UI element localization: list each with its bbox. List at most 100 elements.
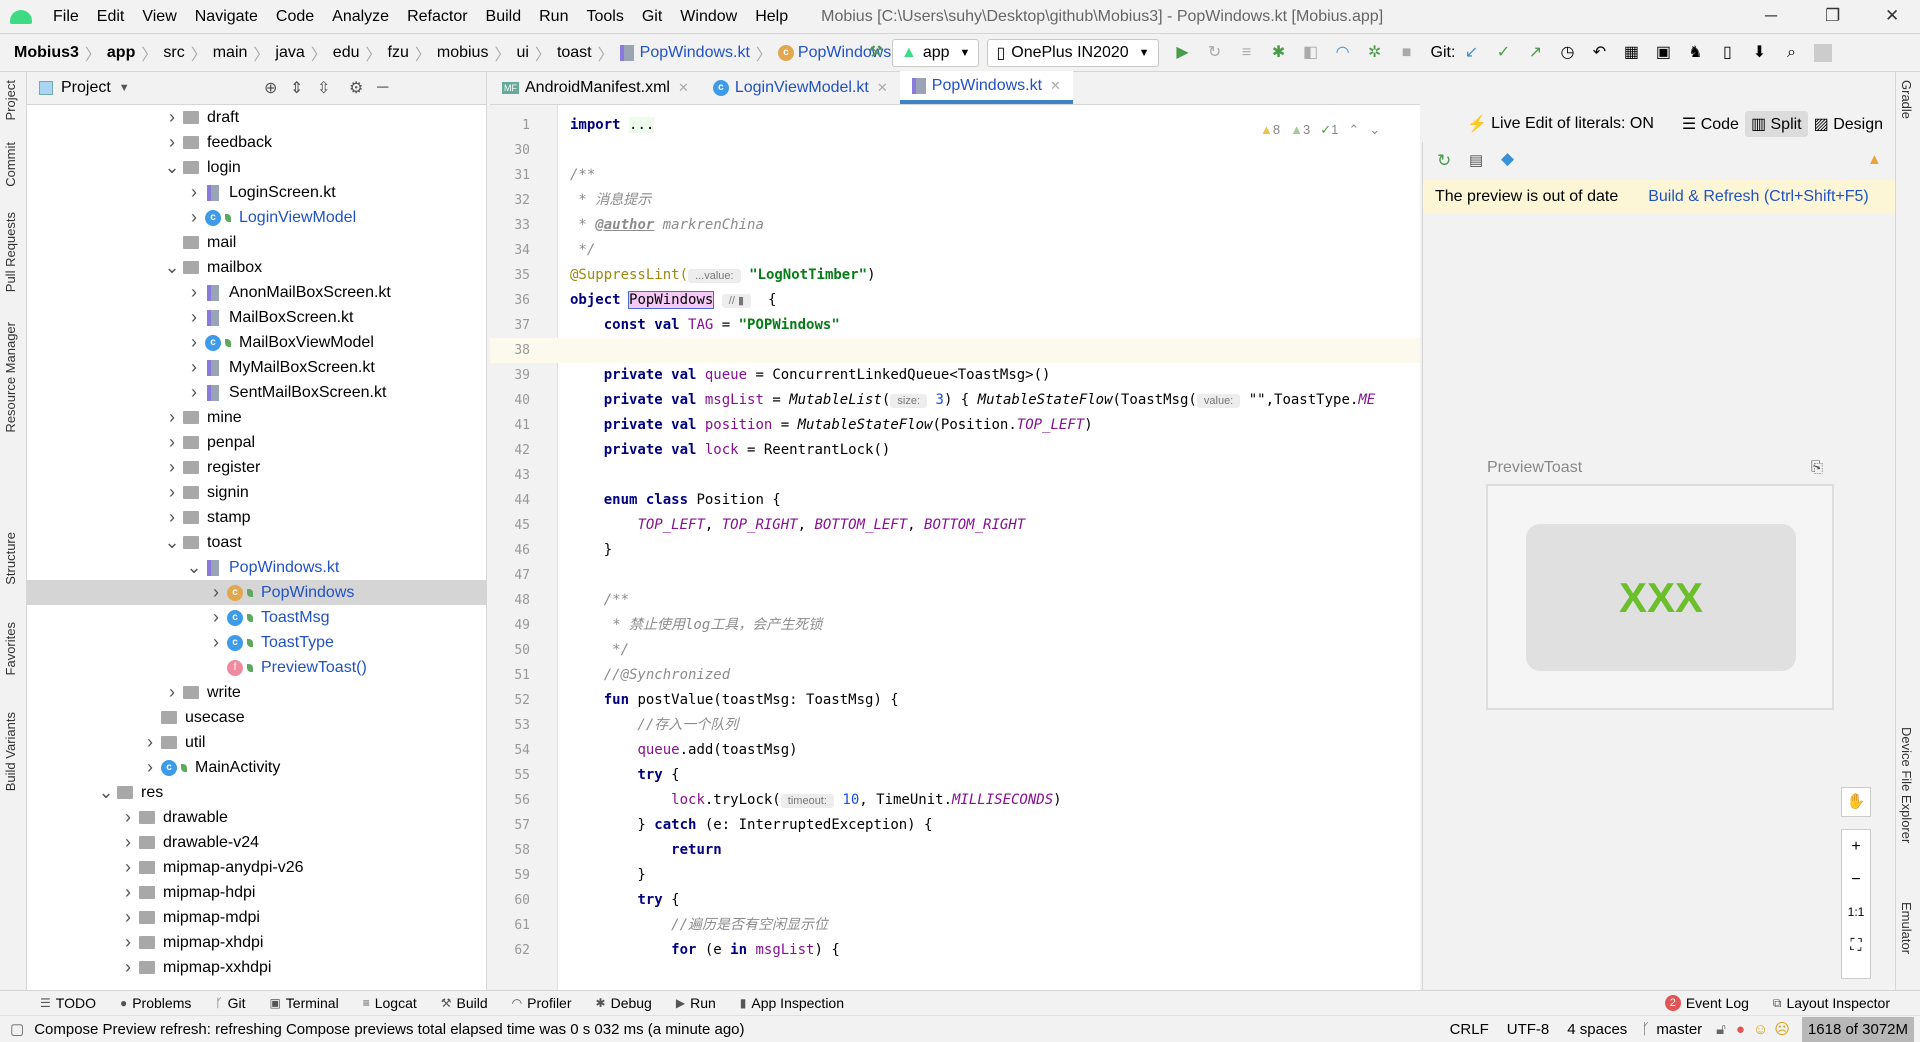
- coverage-icon[interactable]: ◧: [1302, 44, 1320, 62]
- tool-tab-pull-requests[interactable]: Pull Requests: [3, 212, 18, 292]
- chevron-down-icon[interactable]: ⌄: [95, 782, 117, 803]
- chevron-right-icon[interactable]: ›: [183, 207, 205, 228]
- chevron-right-icon[interactable]: ›: [183, 182, 205, 203]
- chevron-right-icon[interactable]: ›: [117, 832, 139, 853]
- breadcrumb-item[interactable]: Mobius3: [10, 41, 83, 65]
- code-mode-button[interactable]: ☰ Code: [1676, 111, 1745, 137]
- tree-item[interactable]: › c PopWindows: [27, 580, 486, 605]
- live-edit-toggle[interactable]: Live Edit of literals: ON: [1491, 115, 1654, 133]
- breadcrumb-item[interactable]: java: [271, 41, 308, 65]
- menu-git[interactable]: Git: [633, 8, 671, 26]
- search-icon[interactable]: ⌕: [1782, 44, 1800, 62]
- tree-item[interactable]: › mipmap-anydpi-v26: [27, 855, 486, 880]
- chevron-right-icon[interactable]: ›: [205, 632, 227, 653]
- menu-window[interactable]: Window: [671, 8, 746, 26]
- tool-tab-build-variants[interactable]: Build Variants: [3, 712, 18, 791]
- locate-icon[interactable]: ⊕: [264, 78, 277, 98]
- tab-loginviewmodel-kt[interactable]: c LoginViewModel.kt ✕: [701, 71, 900, 104]
- git-branch[interactable]: master: [1656, 1021, 1702, 1038]
- tree-item[interactable]: › penpal: [27, 430, 486, 455]
- tab-androidmanifest-xml[interactable]: MF AndroidManifest.xml ✕: [490, 71, 701, 104]
- close-tab-icon[interactable]: ✕: [1050, 78, 1061, 94]
- inspection-widget[interactable]: ▲8 ▲3 ✓1 ⌃ ⌄: [1260, 122, 1380, 138]
- happy-feedback-icon[interactable]: ☺: [1753, 1021, 1768, 1038]
- tree-item[interactable]: ⌄ mailbox: [27, 255, 486, 280]
- tree-item[interactable]: › mipmap-xhdpi: [27, 930, 486, 955]
- layers-icon[interactable]: ◆: [1501, 149, 1514, 169]
- tool-tab-emulator[interactable]: Emulator: [1899, 902, 1914, 954]
- tree-item[interactable]: mail: [27, 230, 486, 255]
- tab-popwindows-kt[interactable]: PopWindows.kt ✕: [899, 71, 1073, 104]
- chevron-right-icon[interactable]: ›: [139, 757, 161, 778]
- chevron-right-icon[interactable]: ›: [139, 732, 161, 753]
- chevron-right-icon[interactable]: ›: [205, 607, 227, 628]
- history-icon[interactable]: ◷: [1558, 44, 1576, 62]
- tree-item[interactable]: › feedback: [27, 130, 486, 155]
- tree-item[interactable]: › util: [27, 730, 486, 755]
- tree-item[interactable]: › drawable: [27, 805, 486, 830]
- project-view-select[interactable]: Project: [61, 79, 111, 97]
- zoom-fit-icon[interactable]: ⛶: [1842, 929, 1870, 962]
- gear-icon[interactable]: ⚙: [349, 78, 363, 98]
- line-separator[interactable]: CRLF: [1450, 1021, 1489, 1038]
- menu-tools[interactable]: Tools: [577, 8, 632, 26]
- pan-hand-icon[interactable]: ✋: [1841, 787, 1871, 817]
- apply-changes-icon[interactable]: ↻: [1206, 44, 1224, 62]
- breadcrumb-item[interactable]: main: [209, 41, 252, 65]
- sad-feedback-icon[interactable]: ☹: [1774, 1020, 1790, 1038]
- menu-run[interactable]: Run: [530, 8, 577, 26]
- close-button[interactable]: ✕: [1885, 6, 1899, 26]
- device-select[interactable]: ▯ OnePlus IN2020 ▼: [987, 38, 1159, 67]
- breadcrumb-item[interactable]: PopWindows.kt: [616, 41, 754, 65]
- project-structure-icon[interactable]: ▦: [1622, 44, 1640, 62]
- tool-app-inspection[interactable]: ▮ App Inspection: [726, 995, 854, 1011]
- breadcrumb-item[interactable]: ui: [512, 41, 532, 65]
- tool-tab-project[interactable]: Project: [3, 80, 18, 120]
- tree-item[interactable]: › write: [27, 680, 486, 705]
- lock-icon[interactable]: 🔓︎: [1716, 1021, 1726, 1038]
- stop-icon[interactable]: ■: [1398, 44, 1416, 62]
- tree-item[interactable]: › c MailBoxViewModel: [27, 330, 486, 355]
- zoom-actual-button[interactable]: 1:1: [1842, 896, 1870, 929]
- split-mode-button[interactable]: ▥ Split: [1744, 110, 1808, 137]
- chevron-right-icon[interactable]: ›: [117, 932, 139, 953]
- breadcrumb-item[interactable]: src: [159, 41, 188, 65]
- menu-refactor[interactable]: Refactor: [398, 8, 476, 26]
- chevron-right-icon[interactable]: ›: [161, 482, 183, 503]
- chevron-right-icon[interactable]: ›: [117, 957, 139, 978]
- chevron-down-icon[interactable]: ⌄: [161, 257, 183, 278]
- tree-item[interactable]: › LoginScreen.kt: [27, 180, 486, 205]
- tree-item[interactable]: › SentMailBoxScreen.kt: [27, 380, 486, 405]
- next-highlight-icon[interactable]: ⌄: [1369, 122, 1380, 138]
- chevron-right-icon[interactable]: ›: [161, 107, 183, 128]
- tree-item[interactable]: › mipmap-hdpi: [27, 880, 486, 905]
- tree-item[interactable]: › c ToastMsg: [27, 605, 486, 630]
- menu-code[interactable]: Code: [267, 8, 323, 26]
- breadcrumb-item[interactable]: app: [103, 41, 139, 65]
- git-update-icon[interactable]: ↙: [1462, 44, 1480, 62]
- breadcrumb-item[interactable]: edu: [329, 41, 364, 65]
- sdk-manager-icon[interactable]: ⬇: [1750, 44, 1768, 62]
- tree-item[interactable]: › mipmap-xxhdpi: [27, 955, 486, 980]
- indent-setting[interactable]: 4 spaces: [1567, 1021, 1627, 1038]
- error-icon[interactable]: ●: [1736, 1021, 1745, 1038]
- zoom-in-button[interactable]: +: [1842, 830, 1870, 863]
- design-mode-button[interactable]: ▨ Design: [1808, 111, 1889, 137]
- chevron-right-icon[interactable]: ›: [161, 457, 183, 478]
- tree-item[interactable]: › stamp: [27, 505, 486, 530]
- debug-icon[interactable]: ✱: [1270, 44, 1288, 62]
- preview-frame[interactable]: XXX: [1486, 484, 1834, 710]
- chevron-right-icon[interactable]: ›: [161, 507, 183, 528]
- layout-inspector-button[interactable]: ⧉ Layout Inspector: [1759, 995, 1900, 1011]
- warning-icon[interactable]: ▲: [1867, 151, 1882, 168]
- tool-run[interactable]: ▶ Run: [662, 995, 726, 1011]
- tool-problems[interactable]: ● Problems: [106, 995, 201, 1011]
- chevron-right-icon[interactable]: ›: [117, 807, 139, 828]
- chevron-right-icon[interactable]: ›: [183, 282, 205, 303]
- previous-highlight-icon[interactable]: ⌃: [1348, 122, 1359, 138]
- build-refresh-link[interactable]: Build & Refresh (Ctrl+Shift+F5): [1648, 188, 1869, 206]
- menu-navigate[interactable]: Navigate: [186, 8, 267, 26]
- tree-item[interactable]: › c MainActivity: [27, 755, 486, 780]
- tree-item[interactable]: › MyMailBoxScreen.kt: [27, 355, 486, 380]
- code-area[interactable]: 1 import ... 30 31/** 32 * 消息提示 33 * @author …: [490, 105, 1420, 990]
